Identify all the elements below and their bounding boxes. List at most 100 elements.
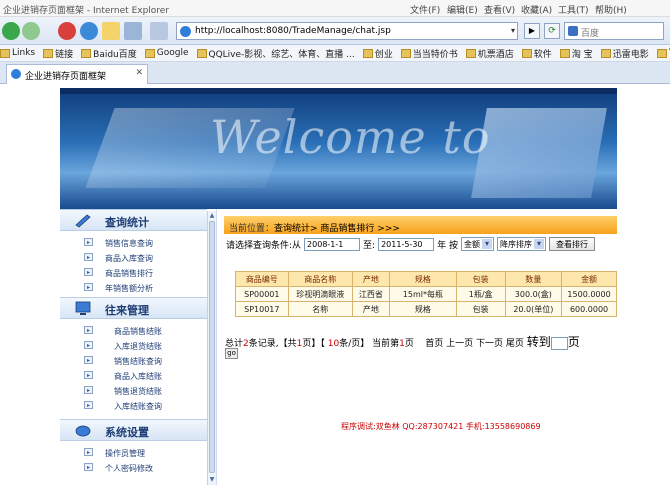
sidebar-item-sales-query[interactable]: ▸ 销售信息查询: [60, 235, 207, 250]
scroll-thumb[interactable]: [209, 221, 215, 473]
favorite-link[interactable]: 链接: [43, 47, 73, 60]
navigation-bar: http://localhost:8080/TradeManage/chat.j…: [0, 17, 670, 45]
taobao-icon: [559, 48, 570, 58]
sidebar-item-operators[interactable]: ▸ 操作员管理: [60, 445, 207, 460]
window-title: 企业进销存页面框架 - Internet Explorer: [3, 6, 170, 16]
sidebar-item-sales-settle[interactable]: ▸ 商品销售结账: [60, 323, 207, 338]
sidebar-scrollbar[interactable]: ▲ ▼: [207, 211, 216, 485]
go-button[interactable]: go: [225, 348, 238, 359]
arrow-right-icon: ▸: [84, 386, 93, 394]
menu-tools[interactable]: 工具(T): [558, 3, 595, 16]
favorites-bar: Links 链接 Baidu百度 Google QQLive-影视、综艺、体育、…: [0, 45, 670, 62]
favorite-link[interactable]: QQLive-影视、综艺、体育、直播 ...: [196, 47, 355, 60]
baidu-icon: [568, 26, 578, 36]
history-icon[interactable]: [124, 22, 142, 40]
browser-window: 企业进销存页面框架 - Internet Explorer 文件(F) 编辑(E…: [0, 0, 670, 487]
menu-favorites[interactable]: 收藏(A): [521, 3, 558, 16]
end-date-input[interactable]: 2011-5-30: [378, 237, 435, 251]
ranking-table: 商品编号 商品名称 产地 规格 包装 数量 金额 SP00001 珍视明滴眼液 江西…: [235, 271, 617, 317]
sort-field-select[interactable]: 金额: [460, 237, 494, 251]
page-size: 10: [327, 339, 340, 349]
close-icon[interactable]: ✕: [135, 68, 143, 78]
sidebar-item-change-password[interactable]: ▸ 个人密码修改: [60, 460, 207, 475]
sidebar-item-return-settle[interactable]: ▸ 入库退货结账: [60, 338, 207, 353]
monitor-icon: [75, 301, 91, 315]
tab-main[interactable]: 企业进销存页面框架 ✕: [6, 64, 148, 84]
favorite-link[interactable]: 创业: [362, 47, 393, 60]
breadcrumb: 当前位置：查询统计> 商品销售排行 >>>: [224, 216, 617, 234]
goto-label: 转到: [526, 335, 551, 349]
chevron-down-icon[interactable]: ▾: [511, 26, 515, 35]
search-input[interactable]: 百度: [564, 22, 664, 40]
folder-icon: [362, 48, 373, 58]
arrow-right-icon: ▸: [84, 341, 93, 349]
start-date-input[interactable]: 2008-1-1: [304, 237, 361, 251]
sidebar-section-query[interactable]: 查询统计: [60, 209, 207, 231]
favorite-link[interactable]: 淘 宝: [559, 47, 593, 60]
scroll-down-icon[interactable]: ▼: [209, 476, 215, 484]
arrow-right-icon: ▸: [84, 401, 93, 409]
arrow-right-icon: ▸: [84, 448, 93, 456]
pagination: 总计2条记录,【共1页】【 10条/页】 当前第1页 首页 上一页 下一页 尾页…: [225, 335, 580, 350]
reload-icon[interactable]: ⟳: [544, 23, 560, 39]
settings-icon: [75, 425, 91, 437]
sidebar: 查询统计 ▸ 销售信息查询 ▸ 商品入库查询 ▸ 商品销售排行 ▸ 年销售额分析 往来管…: [60, 209, 207, 485]
by-label: 年 按: [437, 240, 458, 251]
arrow-right-icon: ▸: [84, 326, 93, 334]
stop-icon[interactable]: [58, 22, 76, 40]
arrow-right-icon: ▸: [84, 463, 93, 471]
favorite-link[interactable]: Google: [144, 48, 189, 58]
page-nav-links[interactable]: 首页 上一页 下一页 尾页: [425, 339, 524, 349]
sort-order-select[interactable]: 降序排序: [496, 237, 546, 251]
sidebar-item-annual-sales[interactable]: ▸ 年销售额分析: [60, 280, 207, 295]
menu-view[interactable]: 查看(V): [484, 3, 521, 16]
page-icon: [11, 69, 21, 79]
sidebar-item-sales-return-settle[interactable]: ▸ 销售退货结账: [60, 383, 207, 398]
sidebar-item-sales-ranking[interactable]: ▸ 商品销售排行: [60, 265, 207, 280]
welcome-banner: Welcome to: [60, 88, 617, 209]
sidebar-item-stock-in-query[interactable]: ▸ 商品入库查询: [60, 250, 207, 265]
arrow-right-icon: ▸: [84, 253, 93, 261]
yahoo-icon: [656, 48, 667, 58]
folder-icon: [43, 48, 54, 58]
sidebar-item-stock-settle-query[interactable]: ▸ 入库结账查询: [60, 398, 207, 413]
goto-page-input[interactable]: [550, 337, 568, 350]
tab-strip: 企业进销存页面框架 ✕: [0, 62, 670, 84]
menu-edit[interactable]: 编辑(E): [447, 3, 484, 16]
favorite-link[interactable]: Y: [656, 48, 670, 58]
favorite-link[interactable]: Baidu百度: [81, 47, 137, 60]
table-row: SP10017 名称 产地 规格 包装 20.0(单位) 600.0000: [235, 301, 617, 317]
pencil-icon: [75, 214, 91, 228]
favorite-link[interactable]: Links: [0, 48, 35, 58]
forward-icon[interactable]: [22, 22, 40, 40]
sidebar-item-stock-settle[interactable]: ▸ 商品入库结账: [60, 368, 207, 383]
scroll-up-icon[interactable]: ▲: [209, 212, 215, 220]
menu-file[interactable]: 文件(F): [410, 3, 447, 16]
sidebar-section-accounts[interactable]: 往来管理: [60, 297, 207, 319]
go-icon[interactable]: ▶: [524, 23, 540, 39]
refresh-icon[interactable]: [80, 22, 98, 40]
view-ranking-button[interactable]: 查看排行: [548, 237, 595, 251]
favorite-link[interactable]: 机票酒店: [465, 47, 514, 60]
table-header-row: 商品编号 商品名称 产地 规格 包装 数量 金额: [235, 271, 617, 287]
mail-icon[interactable]: [150, 22, 168, 40]
back-icon[interactable]: [2, 22, 20, 40]
sidebar-section-settings[interactable]: 系统设置: [60, 419, 207, 441]
home-icon[interactable]: [102, 22, 120, 40]
arrow-right-icon: ▸: [84, 356, 93, 364]
menu-help[interactable]: 帮助(H): [595, 3, 632, 16]
arrow-right-icon: ▸: [84, 268, 93, 276]
favorite-link[interactable]: 迅雷电影: [600, 47, 649, 60]
folder-icon: [0, 48, 10, 58]
address-input[interactable]: http://localhost:8080/TradeManage/chat.j…: [176, 22, 518, 40]
address-url: http://localhost:8080/TradeManage/chat.j…: [195, 26, 391, 36]
goto-unit: 页: [567, 335, 580, 349]
qqlive-icon: [196, 48, 207, 58]
book-icon: [400, 48, 411, 58]
favorite-link[interactable]: 软件: [521, 47, 552, 60]
thunder-icon: [600, 48, 611, 58]
sidebar-item-settle-query[interactable]: ▸ 销售结账查询: [60, 353, 207, 368]
favorite-link[interactable]: 当当特价书: [400, 47, 458, 60]
to-label: 至:: [363, 240, 376, 251]
plane-icon: [465, 48, 476, 58]
